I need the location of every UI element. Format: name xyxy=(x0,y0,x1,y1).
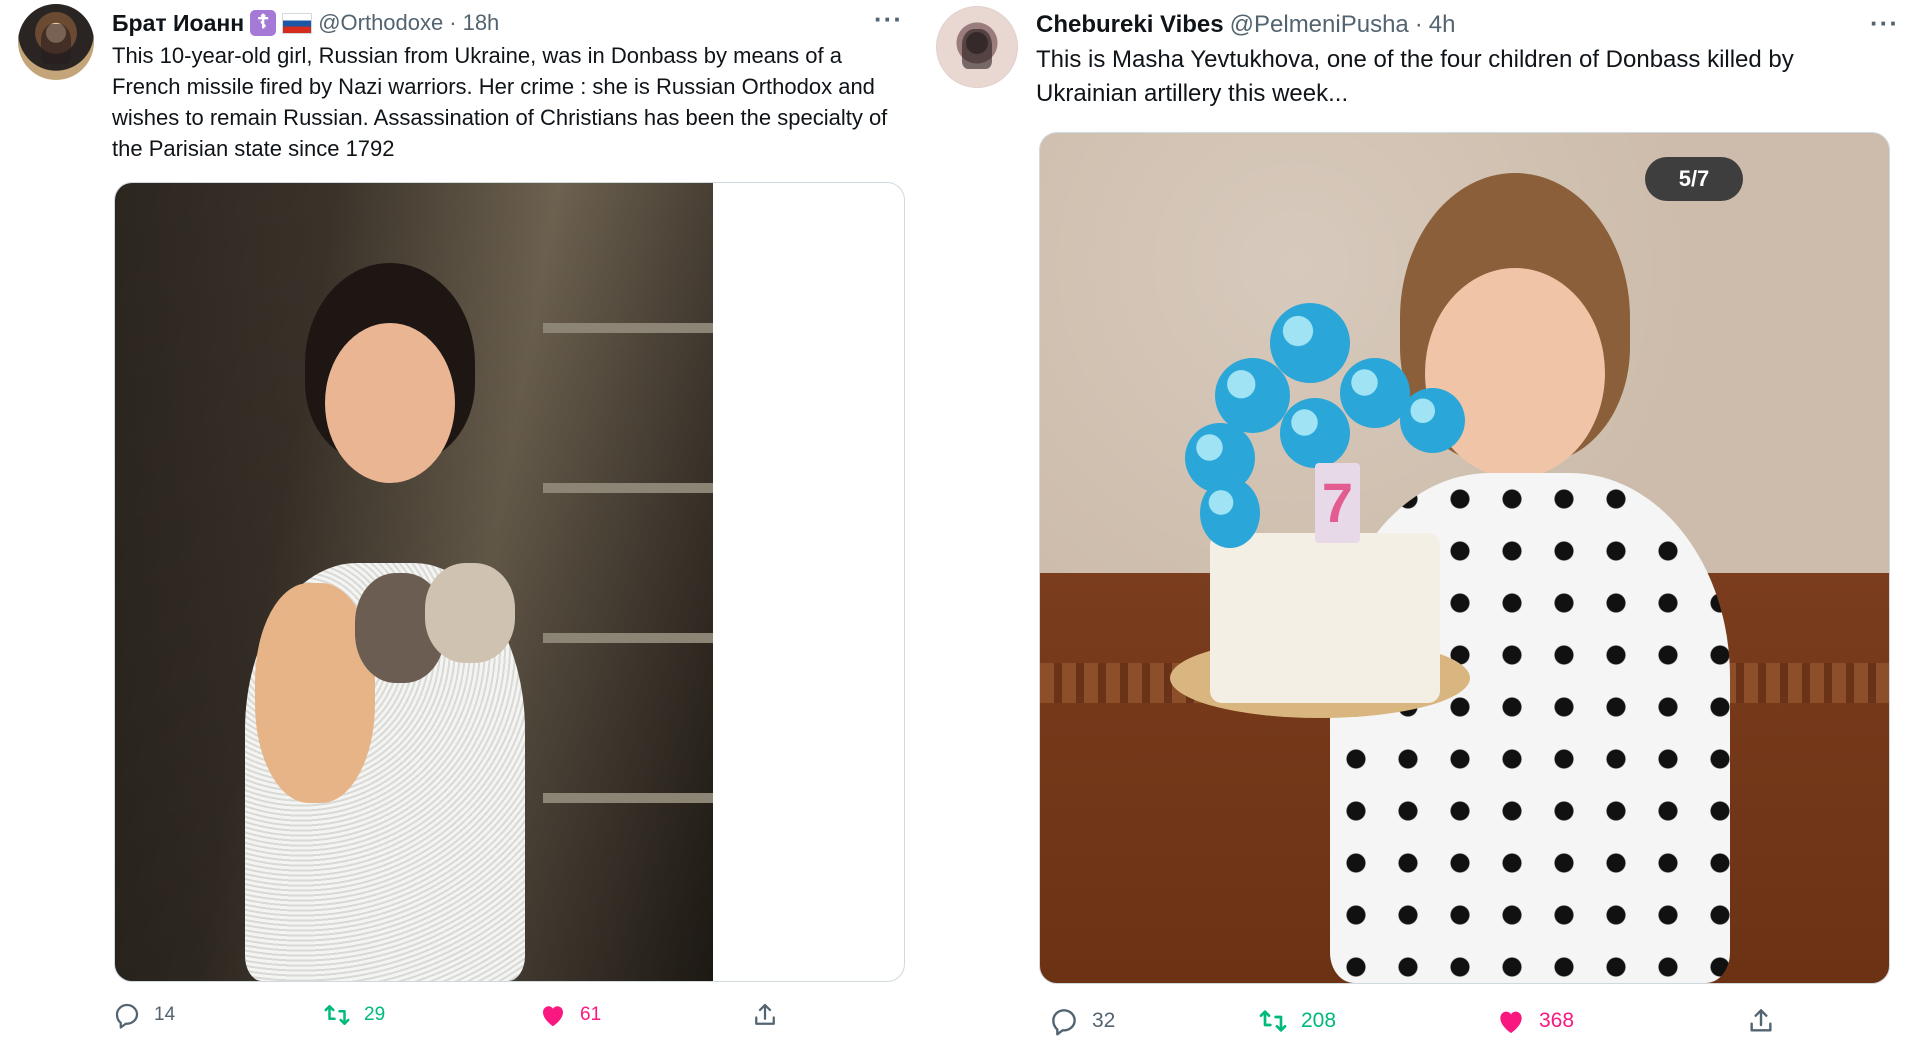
reply-icon xyxy=(1052,1009,1076,1036)
tweet-actions: 14 29 61 xyxy=(0,1000,920,1040)
share-icon xyxy=(755,1003,775,1025)
timestamp[interactable]: 4h xyxy=(1429,11,1456,39)
reply-button[interactable]: 32 xyxy=(1048,1005,1115,1037)
tweet-text: This is Masha Yevtukhova, one of the fou… xyxy=(1036,46,1794,107)
share-icon xyxy=(1750,1009,1772,1032)
retweet-count: 208 xyxy=(1301,1009,1337,1032)
like-button[interactable]: 61 xyxy=(538,1000,601,1030)
avatar[interactable] xyxy=(18,4,94,80)
media-photo: 7 xyxy=(1040,133,1889,983)
media-counter-badge: 5/7 xyxy=(1645,157,1743,201)
tweet-media[interactable]: 7 5/7 xyxy=(1039,132,1890,984)
photo-face xyxy=(325,323,455,483)
reply-button[interactable]: 14 xyxy=(112,1000,175,1030)
separator: · xyxy=(449,10,457,35)
retweet-icon xyxy=(324,1005,350,1025)
photo-lollipop xyxy=(1270,303,1350,383)
shelf xyxy=(543,633,713,643)
orthodox-cross-badge-icon: ☦ xyxy=(250,10,277,36)
retweet-button[interactable]: 208 xyxy=(1257,1005,1336,1037)
avatar-figure-icon xyxy=(962,28,992,69)
share-button[interactable] xyxy=(750,1000,780,1030)
reply-count: 32 xyxy=(1092,1009,1116,1032)
tweet-header: Chebureki Vibes @PelmeniPusha · 4h xyxy=(1036,10,1455,40)
tweet-card[interactable]: Брат Иоанн ☦ @Orthodoxe · 18h ··· This 1… xyxy=(0,0,920,1055)
shelf xyxy=(543,793,713,803)
retweet-button[interactable]: 29 xyxy=(322,1000,385,1030)
tweet-actions: 32 208 368 xyxy=(920,1005,1920,1045)
heart-icon xyxy=(543,1006,563,1027)
russia-flag-icon xyxy=(282,12,313,34)
shelf xyxy=(543,323,713,333)
tweet-text: This 10-year-old girl, Russian from Ukra… xyxy=(112,43,888,161)
heart-icon xyxy=(1500,1011,1522,1033)
reply-count: 14 xyxy=(154,1004,176,1025)
media-photo xyxy=(115,183,713,981)
share-button[interactable] xyxy=(1745,1005,1777,1037)
photo-cake xyxy=(1210,533,1440,703)
photo-lollipop xyxy=(1200,478,1260,548)
tweet-header: Брат Иоанн ☦ @Orthodoxe · 18h xyxy=(112,8,499,38)
photo-lollipop xyxy=(1280,398,1350,468)
display-name[interactable]: Брат Иоанн xyxy=(112,10,244,37)
separator: · xyxy=(1414,11,1423,38)
avatar-figure-icon xyxy=(41,23,71,64)
shelf xyxy=(543,483,713,493)
retweet-icon xyxy=(1259,1010,1287,1032)
reply-icon xyxy=(115,1003,139,1029)
more-dots-icon[interactable]: ··· xyxy=(874,4,903,35)
like-count: 368 xyxy=(1539,1009,1575,1032)
retweet-count: 29 xyxy=(364,1004,386,1025)
like-button[interactable]: 368 xyxy=(1495,1005,1574,1037)
avatar[interactable] xyxy=(936,6,1018,88)
handle[interactable]: @PelmeniPusha xyxy=(1230,11,1409,39)
photo-kittens xyxy=(255,553,515,803)
photo-lollipop xyxy=(1400,388,1465,453)
screenshot-composite: Брат Иоанн ☦ @Orthodoxe · 18h ··· This 1… xyxy=(0,0,1920,1055)
timestamp[interactable]: 18h xyxy=(463,10,500,36)
display-name[interactable]: Chebureki Vibes xyxy=(1036,11,1224,39)
tweet-media[interactable] xyxy=(114,182,905,982)
more-dots-icon[interactable]: ··· xyxy=(1870,8,1899,39)
photo-lollipop xyxy=(1215,358,1290,433)
like-count: 61 xyxy=(580,1004,602,1025)
handle[interactable]: @Orthodoxe xyxy=(318,10,443,36)
photo-kitten xyxy=(425,563,515,663)
photo-candle: 7 xyxy=(1315,463,1360,543)
tweet-card[interactable]: Chebureki Vibes @PelmeniPusha · 4h ··· T… xyxy=(920,0,1920,1055)
